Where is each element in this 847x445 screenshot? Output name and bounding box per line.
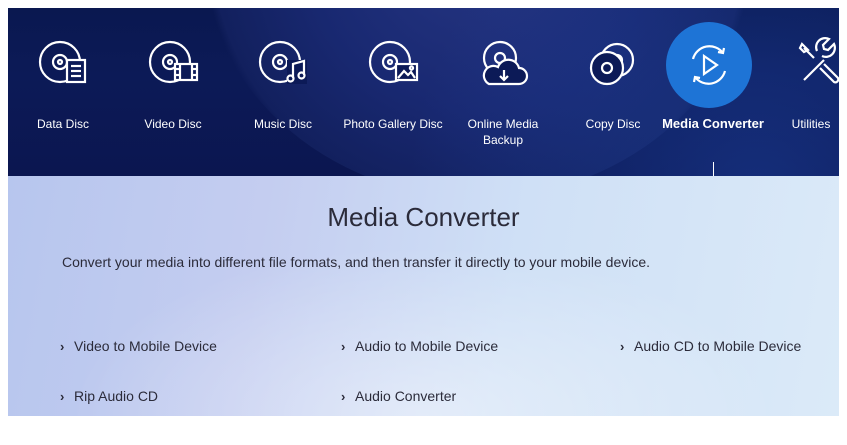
music-disc-icon [243, 24, 323, 104]
chevron-right-icon: › [60, 338, 65, 354]
nav-item-music-disc[interactable]: Music Disc [228, 8, 338, 176]
task-label: Rip Audio CD [74, 388, 159, 404]
chevron-right-icon: › [341, 388, 346, 404]
chevron-right-icon: › [60, 388, 65, 404]
chevron-right-icon: › [341, 338, 346, 354]
task-label: Audio to Mobile Device [355, 338, 499, 354]
task-label: Video to Mobile Device [74, 338, 217, 354]
tools-icon [780, 24, 839, 104]
video-disc-icon [133, 24, 213, 104]
nav-item-video-disc[interactable]: Video Disc [118, 8, 228, 176]
nav-label-data-disc: Data Disc [36, 117, 89, 131]
nav-label-utilities: Utilities [791, 117, 831, 131]
nav-label-photo-gallery-disc: Photo Gallery Disc [343, 117, 443, 131]
page-title: Media Converter [327, 202, 520, 232]
page-description: Convert your media into different file f… [62, 254, 651, 270]
nav-item-copy-disc[interactable]: Copy Disc [558, 8, 668, 176]
task-audio-cd-to-mobile-device[interactable]: › Audio CD to Mobile Device [620, 338, 801, 354]
nav-label-media-converter: Media Converter [662, 116, 764, 131]
task-label: Audio Converter [355, 388, 457, 404]
cloud-backup-icon [463, 24, 543, 104]
nav-label-copy-disc: Copy Disc [585, 117, 641, 131]
top-navigation-bar: Data Disc Video Disc Music Disc Photo Ga… [8, 8, 839, 176]
nav-item-photo-gallery-disc[interactable]: Photo Gallery Disc [338, 8, 448, 176]
task-label: Audio CD to Mobile Device [634, 338, 802, 354]
task-audio-to-mobile-device[interactable]: › Audio to Mobile Device [341, 338, 498, 354]
nav-label-video-disc: Video Disc [144, 117, 202, 131]
nav-item-utilities[interactable]: Utilities [760, 8, 839, 176]
task-video-to-mobile-device[interactable]: › Video to Mobile Device [60, 338, 217, 354]
active-tab-marker [713, 162, 714, 176]
nav-label-music-disc: Music Disc [253, 117, 312, 131]
main-panel: Media Converter Convert your media into … [8, 176, 839, 416]
copy-disc-icon [573, 24, 653, 104]
photo-gallery-disc-icon [353, 24, 433, 104]
nav-items: Data Disc Video Disc Music Disc Photo Ga… [8, 8, 839, 176]
nav-item-online-media-backup[interactable]: Online Media Backup [448, 8, 558, 176]
task-audio-converter[interactable]: › Audio Converter [341, 388, 456, 404]
chevron-right-icon: › [620, 338, 625, 354]
nav-item-data-disc[interactable]: Data Disc [8, 8, 118, 176]
nav-item-media-converter[interactable]: Media Converter [658, 8, 768, 176]
data-disc-icon [23, 24, 103, 104]
nav-label-online-media-backup: Online Media Backup [467, 117, 539, 147]
media-converter-icon [666, 22, 752, 108]
task-rip-audio-cd[interactable]: › Rip Audio CD [60, 388, 158, 404]
